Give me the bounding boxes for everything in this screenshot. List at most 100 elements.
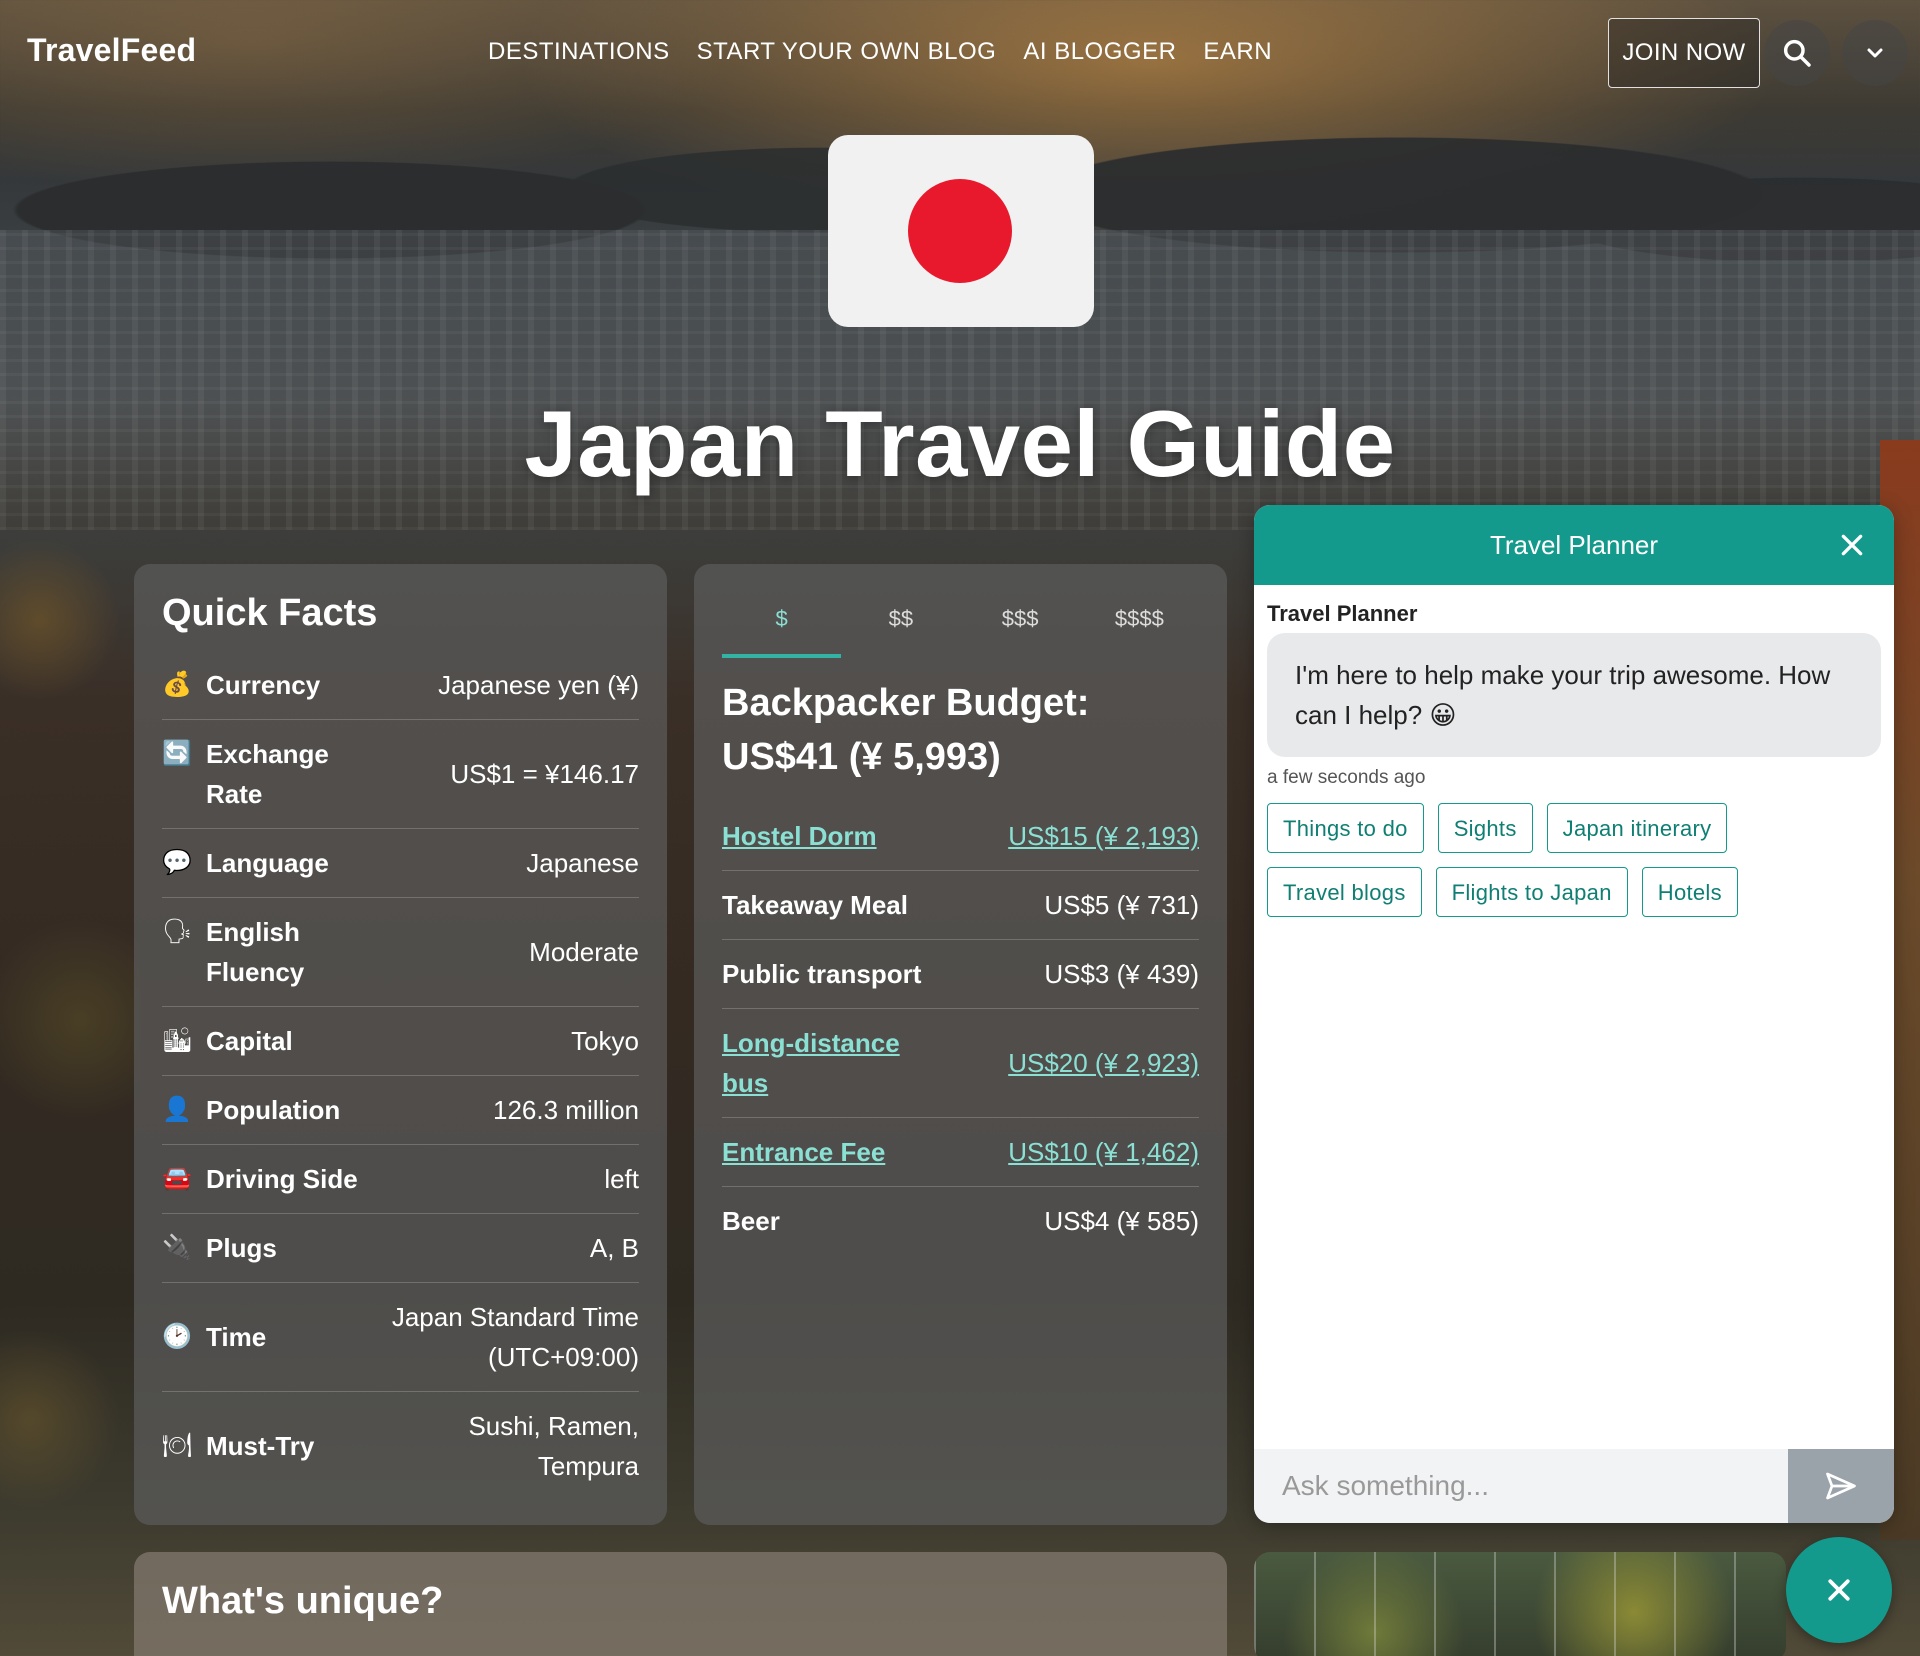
chip-japan-itinerary[interactable]: Japan itinerary: [1546, 803, 1728, 853]
nav-start-blog[interactable]: START YOUR OWN BLOG: [697, 38, 997, 66]
fact-value: Japanese yen (¥): [438, 670, 639, 700]
fact-label: 🔌 Plugs: [162, 1228, 392, 1268]
site-logo[interactable]: TravelFeed: [27, 32, 196, 69]
chip-hotels[interactable]: Hotels: [1641, 867, 1738, 917]
menu-dropdown-button[interactable]: [1842, 20, 1908, 86]
budget-item-label: Beer: [722, 1206, 780, 1236]
suggestion-chips: Things to do Sights Japan itinerary Trav…: [1267, 803, 1787, 917]
budget-card: $ $$ $$$ $$$$ Backpacker Budget: US$41 (…: [694, 564, 1227, 1525]
chat-title: Travel Planner: [1489, 529, 1659, 560]
budget-item-label[interactable]: Hostel Dorm: [722, 816, 877, 856]
chip-things-to-do[interactable]: Things to do: [1267, 803, 1424, 853]
fact-value: left: [604, 1164, 639, 1194]
chat-header: Travel Planner: [1254, 505, 1894, 585]
nav-ai-blogger[interactable]: AI BLOGGER: [1023, 38, 1176, 66]
budget-item-value[interactable]: US$10 (¥ 1,462): [1008, 1132, 1199, 1172]
budget-row[interactable]: Long-distance bus US$20 (¥ 2,923): [722, 1009, 1199, 1118]
travel-planner-chat: Travel Planner Travel Planner I'm here t…: [1254, 505, 1894, 1523]
fact-value: Japan Standard Time (UTC+09:00): [391, 1302, 639, 1372]
fact-label: 🕑 Time: [162, 1317, 369, 1357]
chat-sender: Travel Planner: [1267, 601, 1418, 626]
fact-value: Moderate: [529, 937, 639, 967]
chat-message: I'm here to help make your trip awesome.…: [1267, 633, 1881, 757]
fact-label-text: Must-Try: [206, 1431, 315, 1461]
chip-flights-to-japan[interactable]: Flights to Japan: [1435, 867, 1628, 917]
budget-row[interactable]: Entrance Fee US$10 (¥ 1,462): [722, 1118, 1199, 1187]
tab-budget-3[interactable]: $$$: [961, 594, 1080, 658]
fact-label-text: Driving Side: [206, 1164, 358, 1194]
exchange-icon: 🔄: [162, 740, 192, 767]
chat-close-button[interactable]: [1832, 525, 1872, 565]
fact-label: 🚘 Driving Side: [162, 1159, 392, 1199]
budget-item-label[interactable]: Long-distance bus: [722, 1023, 952, 1103]
chevron-down-icon: [1867, 48, 1883, 58]
chat-timestamp: a few seconds ago: [1267, 767, 1426, 788]
fact-value: Japanese: [526, 848, 639, 878]
fact-label-text: Capital: [206, 1026, 293, 1056]
tab-budget-2[interactable]: $$: [841, 594, 960, 658]
fact-label-text: Plugs: [206, 1233, 277, 1263]
plug-icon: 🔌: [162, 1234, 192, 1261]
fact-value: A, B: [589, 1233, 639, 1263]
car-icon: 🚘: [162, 1165, 192, 1192]
fact-row: 🍽 Must-Try Sushi, Ramen, Tempura: [162, 1392, 639, 1500]
fact-row: 🏙 Capital Tokyo: [162, 1007, 639, 1076]
quick-facts-title: Quick Facts: [162, 592, 378, 634]
fact-row: 🚘 Driving Side left: [162, 1145, 639, 1214]
budget-tabs: $ $$ $$$ $$$$: [722, 594, 1199, 658]
budget-row: Public transport US$3 (¥ 439): [722, 940, 1199, 1009]
chip-sights[interactable]: Sights: [1437, 803, 1533, 853]
budget-item-label: Public transport: [722, 959, 922, 989]
photo-card[interactable]: [1254, 1552, 1786, 1656]
chip-travel-blogs[interactable]: Travel blogs: [1267, 867, 1422, 917]
cityscape-icon: 🏙: [162, 1027, 193, 1054]
budget-item-label[interactable]: Entrance Fee: [722, 1132, 885, 1172]
fact-value: US$1 = ¥146.17: [450, 759, 639, 789]
fact-label: 🗣 English Fluency: [162, 912, 392, 992]
fact-value: Tokyo: [571, 1026, 639, 1056]
fact-label: 🍽 Must-Try: [162, 1426, 378, 1466]
clock-icon: 🕑: [162, 1323, 192, 1350]
search-button[interactable]: [1764, 20, 1830, 86]
fact-label-text: Population: [206, 1095, 341, 1125]
budget-item-value[interactable]: US$15 (¥ 2,193): [1008, 816, 1199, 856]
fact-label-text: English Fluency: [206, 917, 305, 987]
budget-item-value: US$5 (¥ 731): [1044, 890, 1199, 920]
budget-title: Backpacker Budget: US$41 (¥ 5,993): [722, 682, 1090, 778]
budget-list: Hostel Dorm US$15 (¥ 2,193) Takeaway Meal U…: [722, 802, 1199, 1255]
flag-disc: [908, 179, 1012, 283]
site-header: TravelFeed DESTINATIONS START YOUR OWN B…: [0, 0, 1920, 105]
budget-row[interactable]: Hostel Dorm US$15 (¥ 2,193): [722, 802, 1199, 871]
close-icon: [1841, 534, 1863, 556]
speech-bubble-icon: 💬: [162, 849, 192, 876]
budget-item-label: Takeaway Meal: [722, 890, 908, 920]
whats-unique-title: What's unique?: [162, 1580, 444, 1622]
chat-input[interactable]: [1254, 1449, 1788, 1523]
fact-label-text: Language: [206, 848, 329, 878]
budget-row: Beer US$4 (¥ 585): [722, 1187, 1199, 1255]
chat-toggle-button[interactable]: [1786, 1537, 1892, 1643]
fact-label: 🏙 Capital: [162, 1021, 392, 1061]
chat-input-row: [1254, 1449, 1894, 1523]
fact-row: 👤 Population 126.3 million: [162, 1076, 639, 1145]
budget-item-value[interactable]: US$20 (¥ 2,923): [1008, 1043, 1199, 1083]
fact-row: 💬 Language Japanese: [162, 829, 639, 898]
budget-item-value: US$4 (¥ 585): [1044, 1206, 1199, 1236]
tab-budget-1[interactable]: $: [722, 594, 842, 658]
page-title: Japan Travel Guide: [524, 391, 1396, 496]
fact-label-text: Exchange Rate: [206, 739, 329, 809]
nav-earn[interactable]: EARN: [1203, 38, 1272, 66]
tab-budget-4[interactable]: $$$$: [1080, 594, 1199, 658]
fact-row: 💰 Currency Japanese yen (¥): [162, 651, 639, 720]
join-now-button[interactable]: JOIN NOW: [1608, 18, 1760, 88]
budget-item-value: US$3 (¥ 439): [1044, 959, 1199, 989]
whats-unique-card: What's unique?: [134, 1552, 1227, 1656]
send-icon: [1826, 1472, 1856, 1500]
search-icon: [1783, 39, 1811, 67]
fact-row: 🔌 Plugs A, B: [162, 1214, 639, 1283]
nav-destinations[interactable]: DESTINATIONS: [488, 38, 670, 66]
quick-facts-card: Quick Facts 💰 Currency Japanese yen (¥) 🔄 Ex…: [134, 564, 667, 1525]
japan-flag: [828, 135, 1094, 327]
send-button[interactable]: [1788, 1449, 1894, 1523]
fact-row: 🕑 Time Japan Standard Time (UTC+09:00): [162, 1283, 639, 1392]
